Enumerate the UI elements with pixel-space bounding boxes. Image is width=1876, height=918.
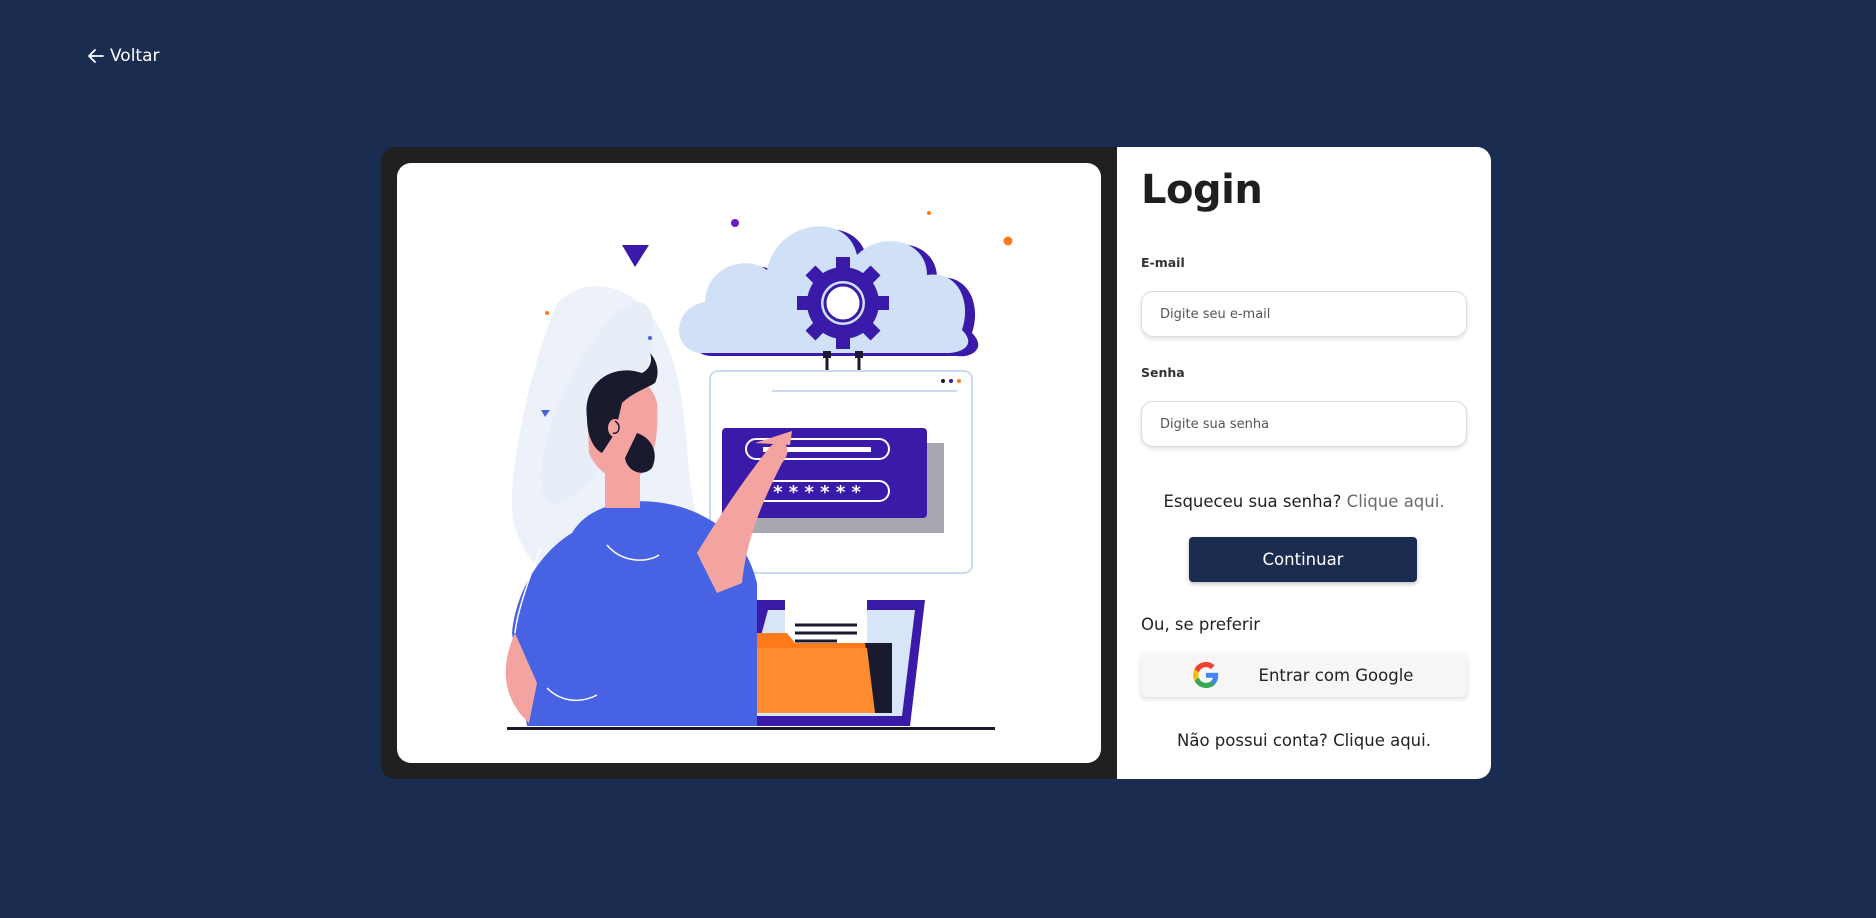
- login-form-panel: Login E-mail Senha Esqueceu sua senha? C…: [1117, 147, 1491, 779]
- decor-dot: [1003, 236, 1013, 246]
- google-login-button[interactable]: Entrar com Google: [1141, 653, 1467, 697]
- password-mask: * * * * * *: [773, 482, 861, 503]
- decor-dot: [731, 219, 739, 227]
- folder-icon: [737, 633, 875, 713]
- decor-triangle: [622, 245, 649, 267]
- page-title: Login: [1141, 167, 1263, 213]
- password-field[interactable]: [1141, 401, 1467, 447]
- email-label: E-mail: [1141, 255, 1185, 270]
- back-link[interactable]: Voltar: [86, 46, 160, 66]
- forgot-password-row: Esqueceu sua senha? Clique aqui.: [1117, 492, 1491, 511]
- login-card: * * * * * * Login E-mail Digite seu e-ma…: [381, 147, 1491, 779]
- continue-button[interactable]: Continuar: [1189, 537, 1417, 582]
- back-label: Voltar: [110, 46, 160, 66]
- google-login-label: Entrar com Google: [1258, 665, 1414, 685]
- gear-icon: [797, 257, 889, 349]
- password-label: Senha: [1141, 365, 1185, 380]
- login-illustration: * * * * * *: [505, 211, 1013, 730]
- decor-dot: [648, 336, 652, 340]
- forgot-password-text: Esqueceu sua senha?: [1163, 492, 1342, 511]
- signup-link[interactable]: Clique aqui.: [1333, 731, 1431, 750]
- signup-text: Não possui conta?: [1177, 731, 1328, 750]
- decor-dot: [545, 311, 549, 315]
- forgot-password-link[interactable]: Clique aqui.: [1347, 492, 1445, 511]
- illustration-frame: * * * * * *: [397, 163, 1101, 763]
- signup-row: Não possui conta? Clique aqui.: [1117, 731, 1491, 750]
- email-field[interactable]: [1141, 291, 1467, 337]
- arrow-left-icon: [88, 49, 104, 63]
- illustration-panel: * * * * * *: [381, 147, 1117, 779]
- alternative-login-text: Ou, se preferir: [1141, 615, 1261, 634]
- decor-dot: [927, 211, 931, 215]
